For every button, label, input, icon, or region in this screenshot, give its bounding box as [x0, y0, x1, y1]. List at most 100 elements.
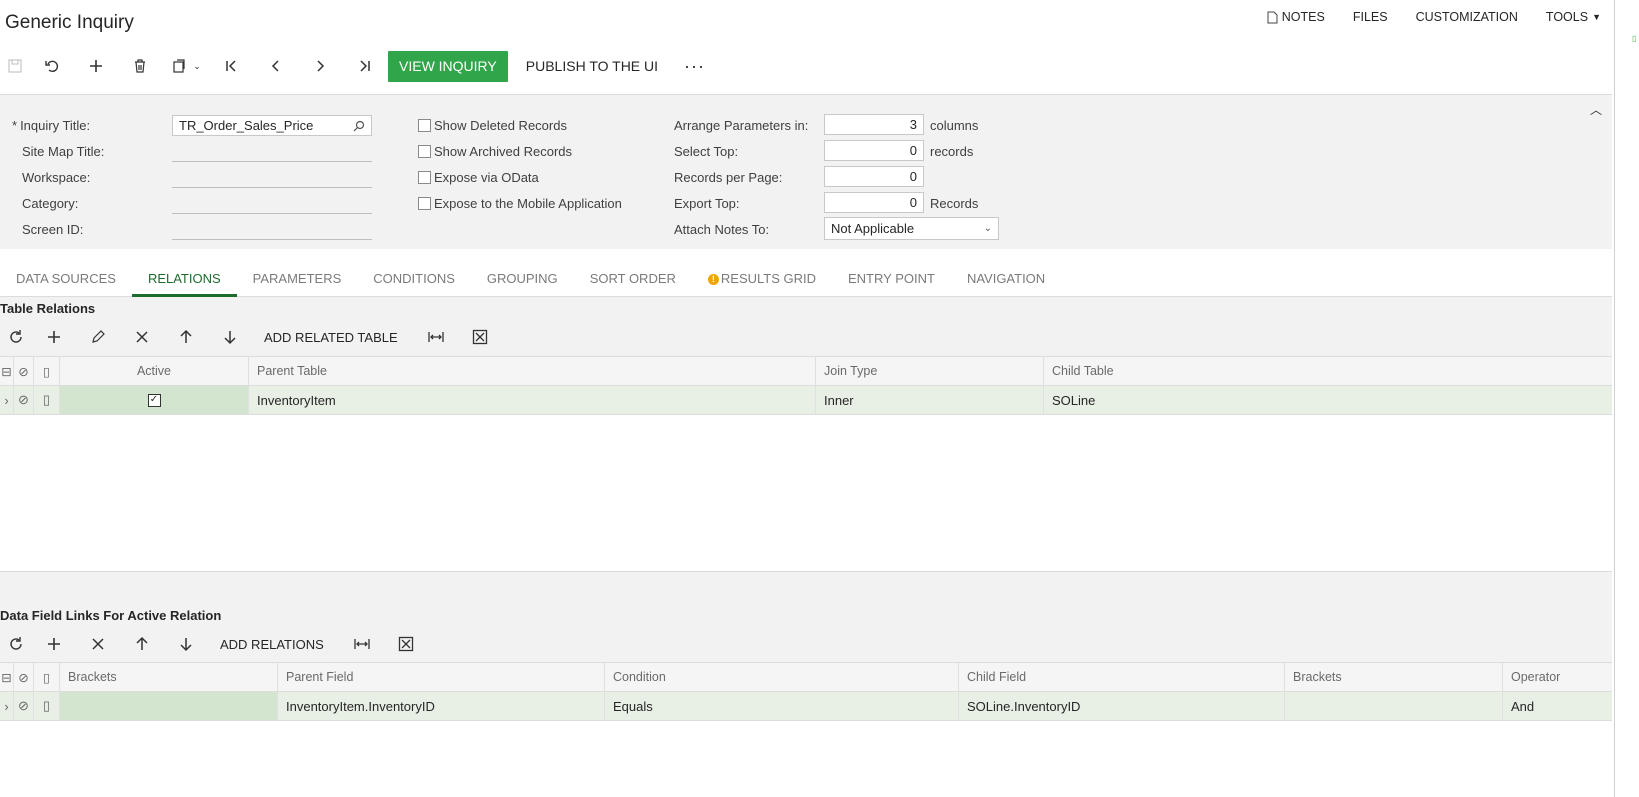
note-icon[interactable]: ▯ [34, 692, 60, 720]
add-related-table-button[interactable]: ADD RELATED TABLE [252, 330, 414, 345]
delete-button[interactable] [118, 50, 162, 82]
col-header-brackets-close[interactable]: Brackets [1285, 663, 1503, 691]
col-header-parent-table[interactable]: Parent Table [249, 357, 816, 385]
export-excel-button[interactable] [384, 629, 428, 659]
splitter[interactable] [0, 571, 1612, 598]
arrow-down-icon [224, 331, 236, 345]
tab-grouping[interactable]: GROUPING [471, 262, 574, 297]
row-expand-icon[interactable]: › [0, 692, 14, 720]
tab-navigation[interactable]: NAVIGATION [951, 262, 1061, 297]
add-row-button[interactable] [32, 629, 76, 659]
tab-entry-point[interactable]: ENTRY POINT [832, 262, 951, 297]
publish-button[interactable]: PUBLISH TO THE UI [508, 50, 676, 82]
checkbox-checked-icon[interactable]: ✓ [147, 393, 161, 407]
last-record-button[interactable] [342, 50, 386, 82]
parent-field-cell[interactable]: InventoryItem.InventoryID [278, 692, 605, 720]
workspace-field[interactable] [172, 167, 372, 188]
first-record-button[interactable] [210, 50, 254, 82]
add-button[interactable] [74, 50, 118, 82]
files-link[interactable]: FILES [1353, 10, 1388, 24]
tab-sort-order[interactable]: SORT ORDER [574, 262, 692, 297]
copy-paste-button[interactable]: ⌄ [162, 50, 210, 82]
table-row[interactable]: › ⊘ ▯ ✓ InventoryItem Inner SOLine [0, 386, 1612, 415]
move-up-button[interactable] [164, 322, 208, 352]
arrange-parameters-field[interactable]: 3 [824, 114, 924, 135]
screen-id-field[interactable] [172, 219, 372, 240]
customization-link[interactable]: CUSTOMIZATION [1416, 10, 1518, 24]
view-inquiry-button[interactable]: VIEW INQUIRY [388, 50, 508, 82]
tab-relations[interactable]: RELATIONS [131, 262, 237, 297]
tab-data-sources[interactable]: DATA SOURCES [0, 262, 132, 297]
fit-width-icon [354, 639, 370, 649]
paperclip-icon[interactable]: ⊘ [14, 692, 34, 720]
select-top-field[interactable]: 0 [824, 140, 924, 161]
export-excel-button[interactable] [458, 322, 502, 352]
save-button[interactable] [0, 50, 30, 82]
checkbox-box[interactable] [418, 119, 431, 132]
child-table-cell[interactable]: SOLine [1044, 386, 1612, 414]
brackets-open-cell[interactable] [60, 692, 278, 720]
previous-record-button[interactable] [254, 50, 298, 82]
arrow-up-icon [136, 636, 148, 650]
more-actions-button[interactable]: ··· [676, 56, 713, 77]
category-field[interactable] [172, 193, 372, 214]
refresh-button[interactable] [0, 322, 32, 352]
expose-mobile-checkbox[interactable]: Expose to the Mobile Application [418, 196, 622, 211]
next-record-button[interactable] [298, 50, 342, 82]
fit-columns-button[interactable] [414, 322, 458, 352]
fit-columns-button[interactable] [340, 629, 384, 659]
col-header-child-table[interactable]: Child Table [1044, 357, 1612, 385]
refresh-button[interactable] [0, 629, 32, 659]
parent-table-cell[interactable]: InventoryItem [249, 386, 816, 414]
move-down-button[interactable] [164, 629, 208, 659]
tools-menu[interactable]: TOOLS ▼ [1546, 10, 1601, 24]
delete-row-button[interactable] [76, 629, 120, 659]
col-header-join-type[interactable]: Join Type [816, 357, 1044, 385]
tab-parameters[interactable]: PARAMETERS [237, 262, 358, 297]
inquiry-title-field[interactable]: TR_Order_Sales_Price [172, 115, 372, 136]
search-icon[interactable] [353, 120, 365, 132]
expose-odata-label: Expose via OData [434, 170, 539, 185]
col-header-condition[interactable]: Condition [605, 663, 959, 691]
paperclip-icon[interactable]: ⊘ [14, 386, 34, 414]
tools-label: TOOLS [1545, 10, 1589, 24]
notes-link[interactable]: NOTES [1267, 10, 1325, 24]
export-top-unit: Records [930, 196, 979, 211]
col-header-child-field[interactable]: Child Field [959, 663, 1285, 691]
col-header-parent-field[interactable]: Parent Field [278, 663, 605, 691]
add-relations-button[interactable]: ADD RELATIONS [208, 637, 340, 652]
undo-button[interactable] [30, 50, 74, 82]
condition-cell[interactable]: Equals [605, 692, 959, 720]
move-down-button[interactable] [208, 322, 252, 352]
active-cell[interactable]: ✓ [60, 386, 249, 414]
expose-odata-checkbox[interactable]: Expose via OData [418, 170, 539, 185]
excel-icon [398, 636, 413, 652]
move-up-button[interactable] [120, 629, 164, 659]
checkbox-box[interactable] [418, 171, 431, 184]
add-row-button[interactable] [32, 322, 76, 352]
row-expand-icon[interactable]: › [0, 386, 14, 414]
edit-row-button[interactable] [76, 322, 120, 352]
show-archived-checkbox[interactable]: Show Archived Records [418, 144, 572, 159]
attach-notes-select[interactable]: Not Applicable ⌄ [824, 217, 999, 240]
col-header-brackets-open[interactable]: Brackets [60, 663, 278, 691]
col-header-active[interactable]: Active [60, 357, 249, 385]
join-type-cell[interactable]: Inner [816, 386, 1044, 414]
site-map-title-field[interactable] [172, 141, 372, 162]
operator-cell[interactable]: And [1503, 692, 1612, 720]
tab-conditions[interactable]: CONDITIONS [357, 262, 471, 297]
export-top-field[interactable]: 0 [824, 192, 924, 213]
delete-row-button[interactable] [120, 322, 164, 352]
collapse-icon[interactable]: ︿ [1590, 101, 1602, 118]
table-row[interactable]: › ⊘ ▯ InventoryItem.InventoryID Equals S… [0, 692, 1612, 721]
child-field-cell[interactable]: SOLine.InventoryID [959, 692, 1285, 720]
checkbox-box[interactable] [418, 145, 431, 158]
note-icon[interactable]: ▯ [34, 386, 60, 414]
col-header-operator[interactable]: Operator [1503, 663, 1612, 691]
brackets-close-cell[interactable] [1285, 692, 1503, 720]
show-deleted-checkbox[interactable]: Show Deleted Records [418, 118, 567, 133]
checkbox-box[interactable] [418, 197, 431, 210]
tab-results-grid[interactable]: ! RESULTS GRID [692, 262, 832, 297]
arrange-unit: columns [930, 118, 979, 133]
records-per-page-field[interactable]: 0 [824, 166, 924, 187]
